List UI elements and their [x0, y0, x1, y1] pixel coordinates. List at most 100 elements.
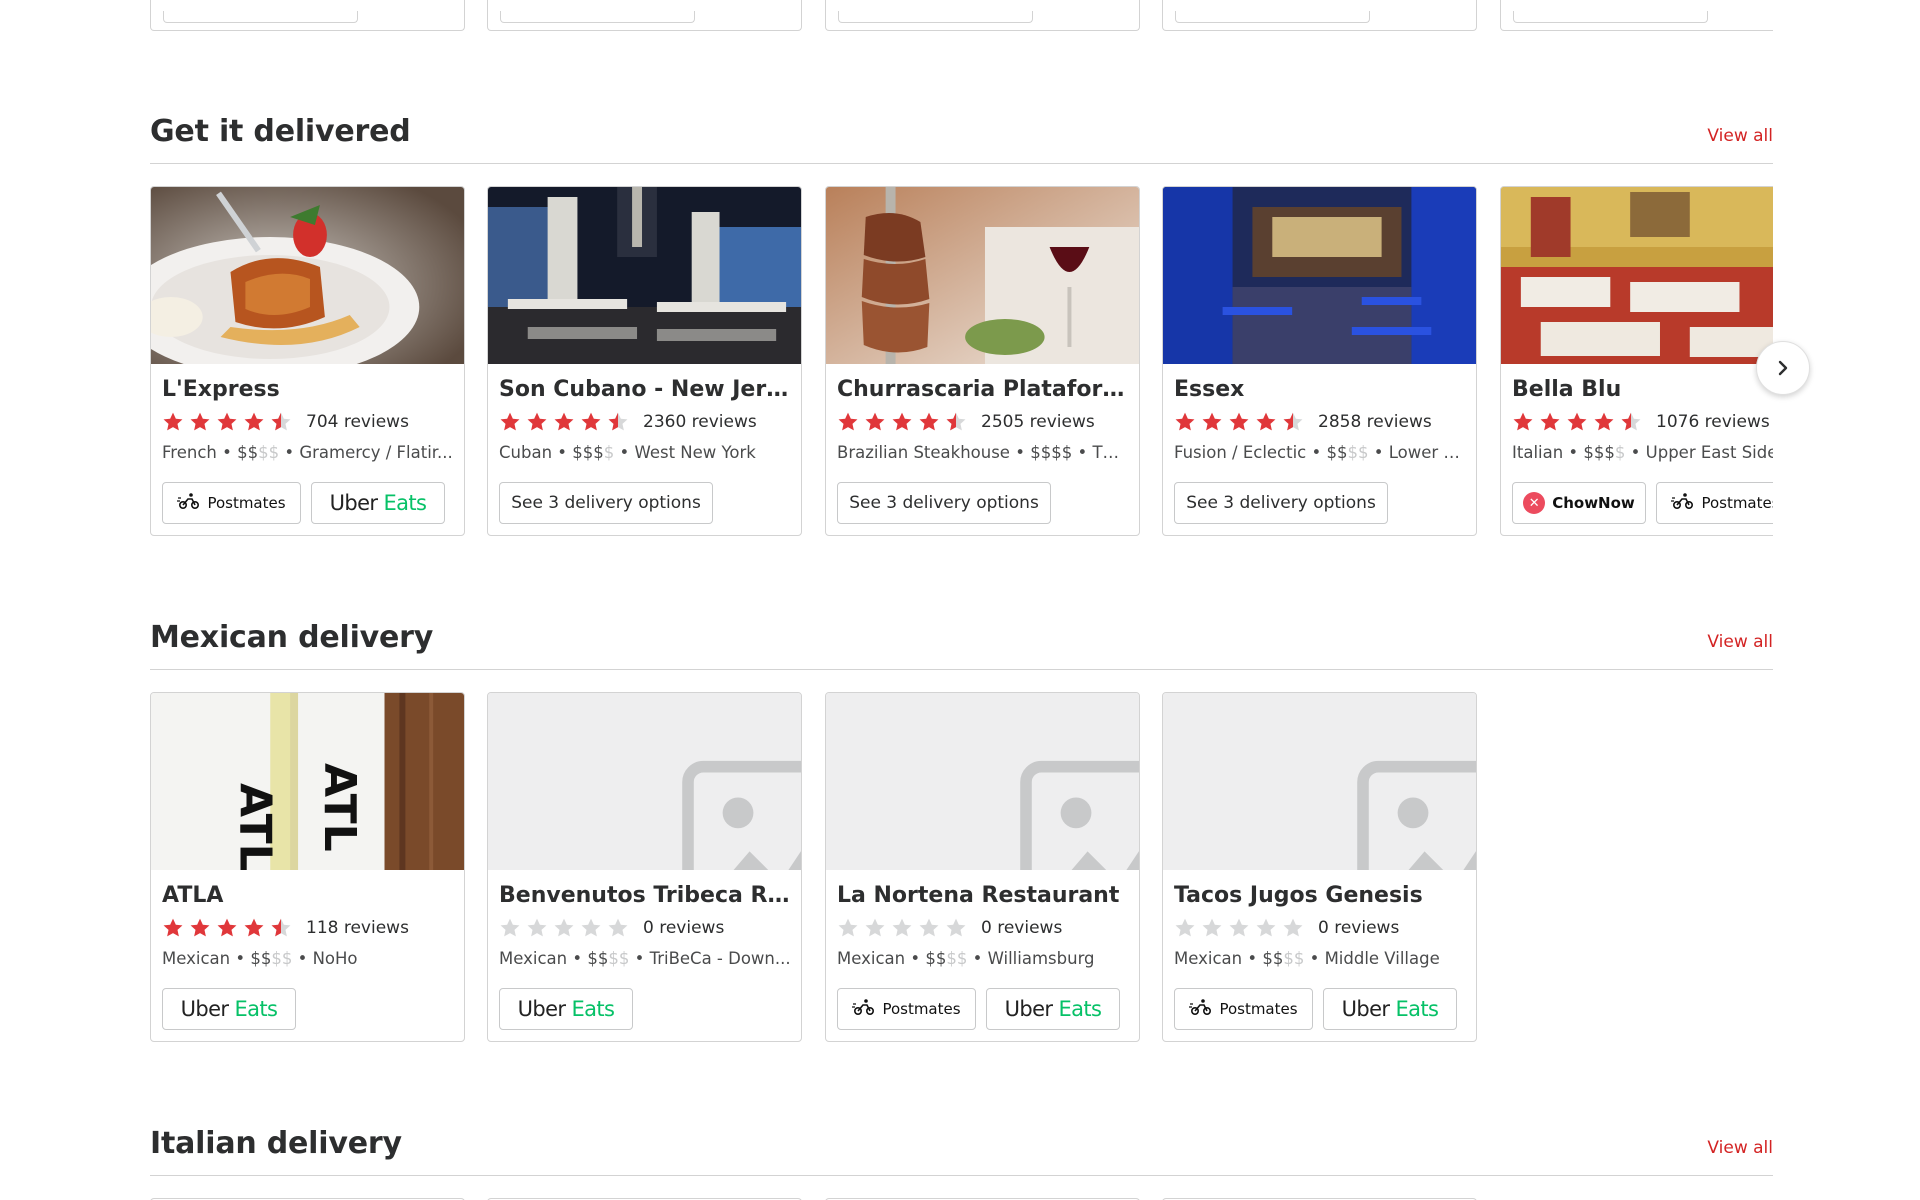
view-all-link[interactable]: View all: [1707, 632, 1773, 652]
star-icon: [1174, 411, 1196, 433]
star-icon: [945, 917, 967, 939]
restaurant-meta: Fusion / Eclectic • $$$$ • Lower E...: [1174, 443, 1466, 462]
chownow-button[interactable]: ✕ ChowNow: [1512, 482, 1646, 524]
review-count: 704 reviews: [306, 412, 409, 432]
restaurant-photo[interactable]: [151, 187, 464, 364]
card-stub: [825, 0, 1140, 31]
card-stub: [1162, 0, 1477, 31]
restaurant-meta: Mexican • $$$$ • Middle Village: [1174, 949, 1440, 968]
restaurant-name[interactable]: Bella Blu: [1512, 377, 1773, 402]
restaurant-name[interactable]: L'Express: [162, 377, 454, 402]
restaurant-card[interactable]: Bella Blu 1076 reviews Italian • $$$$ • …: [1500, 186, 1773, 536]
review-count: 118 reviews: [306, 918, 409, 938]
restaurant-card[interactable]: ATL ATL ATLA 118 reviews Mexican • $$$$ …: [150, 692, 465, 1042]
delivery-providers: ✕ ChowNow Postmates: [1512, 482, 1773, 524]
star-icon: [1282, 411, 1304, 433]
star-icon: [1228, 917, 1250, 939]
card-stub: [150, 0, 465, 31]
chownow-icon: ✕: [1523, 492, 1546, 514]
star-icon: [607, 411, 629, 433]
star-icon: [1255, 411, 1277, 433]
delivery-providers: Uber Eats: [499, 988, 633, 1030]
postmates-button[interactable]: Postmates: [1656, 482, 1773, 524]
star-rating: [499, 917, 629, 939]
star-icon: [580, 411, 602, 433]
postmates-button[interactable]: Postmates: [1174, 988, 1313, 1030]
restaurant-photo[interactable]: ATL ATL: [151, 693, 464, 870]
restaurant-photo[interactable]: [826, 693, 1139, 870]
restaurant-card[interactable]: Son Cubano - New Jersey 2360 reviews Cub…: [487, 186, 802, 536]
restaurant-card[interactable]: La Nortena Restaurant 0 reviews Mexican …: [825, 692, 1140, 1042]
restaurant-name[interactable]: La Nortena Restaurant: [837, 883, 1129, 908]
postmates-icon: [1671, 492, 1695, 514]
review-count: 2360 reviews: [643, 412, 757, 432]
delivery-options-button[interactable]: See 3 delivery options: [837, 482, 1051, 524]
postmates-icon: [852, 998, 876, 1020]
restaurant-name[interactable]: Churrascaria Plataforma B...: [837, 377, 1129, 402]
review-count: 0 reviews: [1318, 918, 1400, 938]
restaurant-carousel: L'Express 704 reviews French • $$$$ • Gr…: [150, 186, 1773, 536]
star-rating: [1174, 411, 1304, 433]
restaurant-name[interactable]: Tacos Jugos Genesis: [1174, 883, 1466, 908]
star-rating: [1512, 411, 1642, 433]
star-icon: [864, 411, 886, 433]
star-icon: [1174, 917, 1196, 939]
star-icon: [607, 917, 629, 939]
image-placeholder-icon: [681, 760, 801, 870]
star-rating: [162, 411, 292, 433]
card-stub: [1500, 0, 1773, 31]
restaurant-name[interactable]: ATLA: [162, 883, 454, 908]
delivery-providers: Postmates Uber Eats: [837, 988, 1120, 1030]
restaurant-photo[interactable]: [488, 693, 801, 870]
restaurant-card[interactable]: L'Express 704 reviews French • $$$$ • Gr…: [150, 186, 465, 536]
delivery-options-button[interactable]: See 3 delivery options: [1174, 482, 1388, 524]
star-icon: [499, 411, 521, 433]
carousel-next-button[interactable]: [1756, 341, 1810, 395]
section-italian-delivery: Italian delivery View all: [150, 1104, 1773, 1176]
view-all-link[interactable]: View all: [1707, 1138, 1773, 1158]
restaurant-name[interactable]: Essex: [1174, 377, 1466, 402]
uber-eats-button[interactable]: Uber Eats: [162, 988, 296, 1030]
restaurant-carousel: ATL ATL ATLA 118 reviews Mexican • $$$$ …: [150, 692, 1773, 1042]
restaurant-photo[interactable]: [1163, 187, 1476, 364]
restaurant-name[interactable]: Son Cubano - New Jersey: [499, 377, 791, 402]
star-icon: [553, 917, 575, 939]
uber-eats-button[interactable]: Uber Eats: [1323, 988, 1457, 1030]
star-icon: [891, 917, 913, 939]
uber-eats-button[interactable]: Uber Eats: [986, 988, 1120, 1030]
image-placeholder-icon: [1019, 760, 1139, 870]
section-title: Get it delivered: [150, 114, 411, 149]
star-icon: [1201, 411, 1223, 433]
restaurant-photo[interactable]: [1163, 693, 1476, 870]
delivery-providers: Postmates Uber Eats: [162, 482, 445, 524]
star-icon: [526, 411, 548, 433]
restaurant-meta: Brazilian Steakhouse • $$$$ • The...: [837, 443, 1129, 462]
restaurant-photo[interactable]: [826, 187, 1139, 364]
restaurant-card[interactable]: Tacos Jugos Genesis 0 reviews Mexican • …: [1162, 692, 1477, 1042]
view-all-link[interactable]: View all: [1707, 126, 1773, 146]
restaurant-photo[interactable]: [488, 187, 801, 364]
uber-eats-button[interactable]: Uber Eats: [499, 988, 633, 1030]
delivery-options-button[interactable]: See 3 delivery options: [499, 482, 713, 524]
postmates-button[interactable]: Postmates: [837, 988, 976, 1030]
restaurant-photo[interactable]: [1501, 187, 1773, 364]
restaurant-name[interactable]: Benvenutos Tribeca Resta...: [499, 883, 791, 908]
restaurant-meta: Cuban • $$$$ • West New York: [499, 443, 756, 462]
delivery-providers: See 3 delivery options: [837, 482, 1051, 524]
star-icon: [1228, 411, 1250, 433]
postmates-icon: [1189, 998, 1213, 1020]
restaurant-meta: French • $$$$ • Gramercy / Flatir...: [162, 443, 453, 462]
restaurant-card[interactable]: Churrascaria Plataforma B... 2505 review…: [825, 186, 1140, 536]
star-icon: [918, 917, 940, 939]
restaurant-card[interactable]: Essex 2858 reviews Fusion / Eclectic • $…: [1162, 186, 1477, 536]
image-placeholder-icon: [1356, 760, 1476, 870]
restaurant-card[interactable]: Benvenutos Tribeca Resta... 0 reviews Me…: [487, 692, 802, 1042]
star-icon: [864, 917, 886, 939]
star-icon: [918, 411, 940, 433]
star-icon: [1255, 917, 1277, 939]
uber-eats-button[interactable]: Uber Eats: [311, 482, 445, 524]
previous-carousel-stub: [150, 0, 1773, 31]
postmates-button[interactable]: Postmates: [162, 482, 301, 524]
star-icon: [243, 917, 265, 939]
star-icon: [837, 917, 859, 939]
